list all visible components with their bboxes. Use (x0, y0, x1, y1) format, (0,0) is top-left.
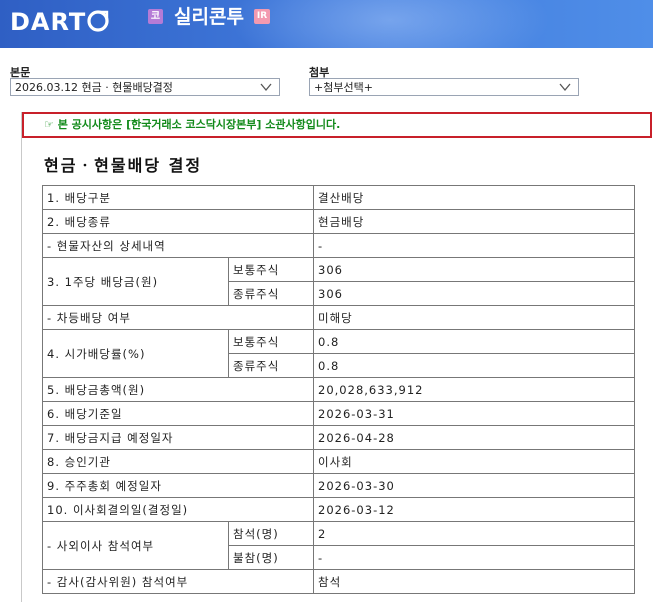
row-value: - (313, 545, 636, 570)
row-value: 이사회 (313, 449, 636, 474)
table-row: 9. 주주총회 예정일자 2026-03-30 (41, 473, 636, 498)
row-value: 306 (313, 257, 636, 282)
row-label: 5. 배당금총액(원) (41, 377, 315, 402)
row-value: 2 (313, 521, 636, 546)
disclosure-table: 1. 배당구분 결산배당 2. 배당종류 현금배당 - 현물자산의 상세내역 -… (41, 185, 636, 594)
chevron-down-icon (259, 80, 273, 94)
row-value: 결산배당 (313, 185, 636, 210)
table-row: 8. 승인기관 이사회 (41, 449, 636, 474)
body-select[interactable]: 2026.03.12 현금 · 현물배당결정 (10, 78, 280, 96)
table-row: 4. 시가배당률(%) 보통주식 0.8 (42, 329, 636, 378)
row-sublabel: 불참(명) (227, 545, 315, 570)
attach-select[interactable]: +첨부선택+ (309, 78, 579, 96)
corp-market-badge: 코 (148, 9, 163, 24)
row-label: - 차등배당 여부 (41, 305, 315, 330)
pointing-hand-icon: ☞ (44, 118, 54, 131)
table-row: 5. 배당금총액(원) 20,028,633,912 (41, 377, 636, 402)
row-value: 참석 (313, 569, 636, 594)
table-row: - 사외이사 참석여부 참석(명) 2 (42, 521, 636, 570)
row-value: 미해당 (313, 305, 636, 330)
row-value: 2026-03-12 (313, 497, 636, 522)
logo-text: DART (10, 8, 87, 36)
row-label: 9. 주주총회 예정일자 (41, 473, 315, 498)
table-row: 10. 이사회결의일(결정일) 2026-03-12 (41, 497, 636, 522)
row-value: 0.8 (313, 353, 636, 378)
row-label: 4. 시가배당률(%) (42, 329, 229, 378)
row-value: 현금배당 (313, 209, 636, 234)
row-sublabel: 보통주식 (227, 329, 315, 354)
logo-globe-icon (86, 9, 110, 33)
row-value: 2026-04-28 (313, 425, 636, 450)
row-value: 0.8 (313, 329, 636, 354)
row-label: - 사외이사 참석여부 (42, 521, 229, 570)
jurisdiction-notice: ☞ 본 공시사항은 [한국거래소 코스닥시장본부] 소관사항입니다. (22, 112, 652, 138)
table-row: 6. 배당기준일 2026-03-31 (41, 401, 636, 426)
attach-select-value: +첨부선택+ (314, 81, 373, 94)
ir-badge[interactable]: IR (254, 9, 270, 24)
table-row: - 현물자산의 상세내역 - (41, 233, 636, 258)
row-value: - (313, 233, 636, 258)
row-label: - 현물자산의 상세내역 (41, 233, 315, 258)
document-viewer[interactable]: ☞ 본 공시사항은 [한국거래소 코스닥시장본부] 소관사항입니다. 현금ㆍ현물… (21, 112, 653, 602)
chevron-down-icon (558, 80, 572, 94)
row-sublabel: 참석(명) (227, 521, 315, 546)
row-label: 10. 이사회결의일(결정일) (41, 497, 315, 522)
document-selector-bar: 본문 2026.03.12 현금 · 현물배당결정 첨부 +첨부선택+ (0, 48, 653, 104)
row-label: 6. 배당기준일 (41, 401, 315, 426)
row-value: 2026-03-30 (313, 473, 636, 498)
dart-logo[interactable]: DART (10, 8, 110, 36)
table-row: 1. 배당구분 결산배당 (41, 185, 636, 210)
row-sublabel: 보통주식 (227, 257, 315, 282)
row-value: 20,028,633,912 (313, 377, 636, 402)
table-row: 2. 배당종류 현금배당 (41, 209, 636, 234)
table-row: - 감사(감사위원) 참석여부 참석 (41, 569, 636, 594)
notice-text: 본 공시사항은 [한국거래소 코스닥시장본부] 소관사항입니다. (57, 118, 341, 131)
row-label: 3. 1주당 배당금(원) (42, 257, 229, 306)
table-row: 7. 배당금지급 예정일자 2026-04-28 (41, 425, 636, 450)
row-label: 7. 배당금지급 예정일자 (41, 425, 315, 450)
row-sublabel: 종류주식 (227, 281, 315, 306)
row-sublabel: 종류주식 (227, 353, 315, 378)
document-title: 현금ㆍ현물배당 결정 (44, 156, 203, 175)
table-row: - 차등배당 여부 미해당 (41, 305, 636, 330)
row-value: 2026-03-31 (313, 401, 636, 426)
body-select-value: 2026.03.12 현금 · 현물배당결정 (15, 81, 173, 94)
row-label: 1. 배당구분 (41, 185, 315, 210)
row-value: 306 (313, 281, 636, 306)
table-row: 3. 1주당 배당금(원) 보통주식 306 (42, 257, 636, 306)
header-glow (230, 0, 550, 48)
company-name[interactable]: 실리콘투 (174, 4, 244, 30)
row-label: - 감사(감사위원) 참석여부 (41, 569, 315, 594)
row-label: 8. 승인기관 (41, 449, 315, 474)
top-header: DART 코 실리콘투 IR (0, 0, 653, 48)
row-label: 2. 배당종류 (41, 209, 315, 234)
